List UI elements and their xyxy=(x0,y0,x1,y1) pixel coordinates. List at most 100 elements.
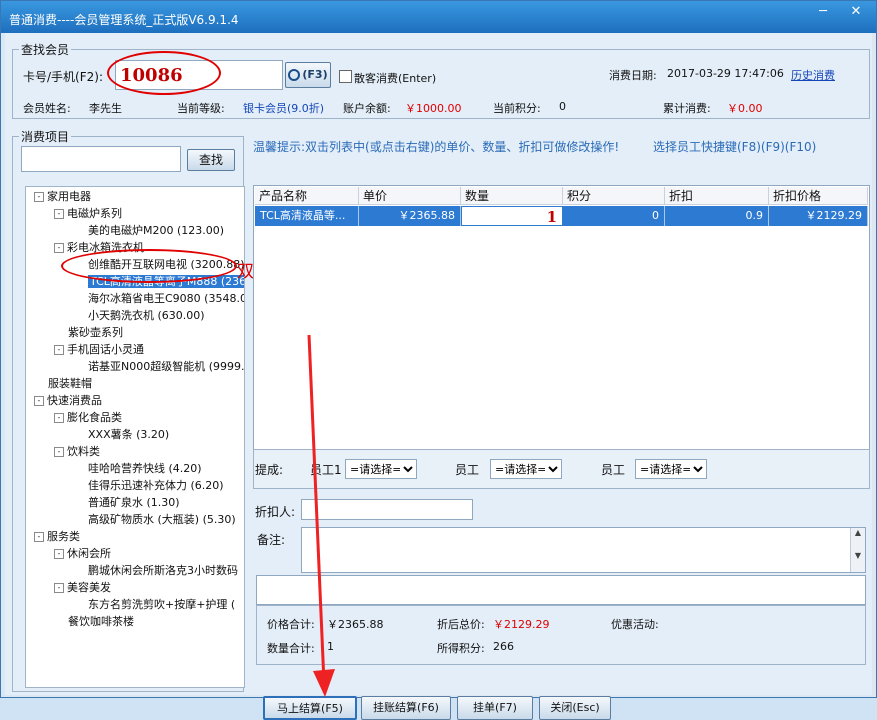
tree-node-label[interactable]: 膨化食品类 xyxy=(67,411,122,424)
tree-node-label[interactable]: 海尔冰箱省电王C9080 (3548.00) xyxy=(88,292,244,305)
guest-label: 散客消费(Enter) xyxy=(354,72,437,85)
staff2-select[interactable]: =请选择= xyxy=(490,459,562,479)
cell-discount-price[interactable]: ￥2129.29 xyxy=(769,206,868,226)
tree-collapse-icon[interactable]: - xyxy=(54,583,64,593)
tree-node[interactable]: 紫砂壶系列 xyxy=(54,325,123,341)
col-header-discount-price[interactable]: 折扣价格 xyxy=(769,187,868,205)
date-value: 2017-03-29 17:47:06 xyxy=(667,67,784,80)
summary-panel xyxy=(256,605,866,665)
member-search-button[interactable]: (F3) xyxy=(285,62,331,88)
tree-node[interactable]: 佳得乐迅速补充体力 (6.20) xyxy=(74,478,224,494)
tree-node[interactable]: 诺基亚N000超级智能机 (9999.00) xyxy=(74,359,244,375)
tree-node[interactable]: - 美容美发 xyxy=(54,580,111,596)
items-grid[interactable]: 产品名称 单价 数量 积分 折扣 折扣价格 TCL高清液晶等... ￥2365.… xyxy=(253,185,870,473)
tree-node-label[interactable]: 高级矿物质水 (大瓶装) (5.30) xyxy=(88,513,236,526)
tree-node-label[interactable]: XXX薯条 (3.20) xyxy=(88,428,169,441)
product-search-button[interactable]: 查找 xyxy=(187,149,235,171)
message-box xyxy=(256,575,866,605)
tree-collapse-icon[interactable]: - xyxy=(34,192,44,202)
tree-node-label[interactable]: 诺基亚N000超级智能机 (9999.00) xyxy=(88,360,244,373)
hold-button[interactable]: 挂单(F7) xyxy=(457,696,533,720)
tree-node-label[interactable]: 美的电磁炉M200 (123.00) xyxy=(88,224,224,237)
tree-node-label[interactable]: 餐饮咖啡茶楼 xyxy=(68,615,134,628)
tree-collapse-icon[interactable]: - xyxy=(54,345,64,355)
col-header-discount[interactable]: 折扣 xyxy=(665,187,769,205)
after-discount-label: 折后总价: xyxy=(437,618,485,631)
cell-price[interactable]: ￥2365.88 xyxy=(359,206,461,226)
col-header-points[interactable]: 积分 xyxy=(563,187,665,205)
tree-node[interactable]: - 家用电器 xyxy=(34,189,91,205)
staff1-select[interactable]: =请选择= xyxy=(345,459,417,479)
tree-node[interactable]: 餐饮咖啡茶楼 xyxy=(54,614,134,630)
tree-node-label[interactable]: 手机固话小灵通 xyxy=(67,343,144,356)
close-icon[interactable]: ✕ xyxy=(840,2,872,22)
scroll-up-icon[interactable]: ▲ xyxy=(851,528,865,537)
minimize-icon[interactable]: ─ xyxy=(810,2,836,22)
tree-node[interactable]: - 休闲会所 xyxy=(54,546,111,562)
card-highlight-circle xyxy=(107,51,221,95)
tree-node[interactable]: XXX薯条 (3.20) xyxy=(74,427,169,443)
level-label: 当前等级: xyxy=(177,102,225,115)
tree-node-label[interactable]: 快速消费品 xyxy=(47,394,102,407)
tree-node-label[interactable]: 休闲会所 xyxy=(67,547,111,560)
tree-node[interactable]: - 饮料类 xyxy=(54,444,100,460)
cell-points[interactable]: 0 xyxy=(563,206,665,226)
tree-node-label[interactable]: 服务类 xyxy=(47,530,80,543)
tree-collapse-icon[interactable]: - xyxy=(54,549,64,559)
guest-checkbox[interactable] xyxy=(339,70,352,83)
tree-node[interactable]: 鹏城休闲会所斯洛克3小时数码 xyxy=(74,563,238,579)
close-button[interactable]: 关闭(Esc) xyxy=(539,696,611,720)
history-link[interactable]: 历史消费 xyxy=(791,67,835,83)
product-highlight-circle xyxy=(61,249,237,283)
tree-node[interactable]: 哇哈哈营养快线 (4.20) xyxy=(74,461,202,477)
tree-collapse-icon[interactable]: - xyxy=(54,447,64,457)
tree-node[interactable]: 海尔冰箱省电王C9080 (3548.00) xyxy=(74,291,244,307)
tree-node[interactable]: - 服务类 xyxy=(34,529,80,545)
tree-node[interactable]: - 快速消费品 xyxy=(34,393,102,409)
staff3-select[interactable]: =请选择= xyxy=(635,459,707,479)
tree-node-label[interactable]: 电磁炉系列 xyxy=(67,207,122,220)
tree-node[interactable]: - 手机固话小灵通 xyxy=(54,342,144,358)
tree-node-label[interactable]: 服装鞋帽 xyxy=(48,377,92,390)
tree-node[interactable]: 高级矿物质水 (大瓶装) (5.30) xyxy=(74,512,236,528)
tree-collapse-icon[interactable]: - xyxy=(54,209,64,219)
scroll-down-icon[interactable]: ▼ xyxy=(851,551,865,560)
col-header-name[interactable]: 产品名称 xyxy=(255,187,359,205)
tree-node[interactable]: 东方名剪洗剪吹+按摩+护理 ( xyxy=(74,597,235,613)
tree-node[interactable]: 小天鹅洗衣机 (630.00) xyxy=(74,308,205,324)
commission-label: 提成: xyxy=(255,463,284,477)
cell-product-name[interactable]: TCL高清液晶等... xyxy=(255,206,359,226)
tree-collapse-icon[interactable]: - xyxy=(54,413,64,423)
tree-node-label[interactable]: 小天鹅洗衣机 (630.00) xyxy=(88,309,205,322)
title-bar[interactable]: 普通消费----会员管理系统_正式版V6.9.1.4 ─ ✕ xyxy=(1,1,876,33)
tree-node-label[interactable]: 鹏城休闲会所斯洛克3小时数码 xyxy=(88,564,238,577)
points-value: 0 xyxy=(559,100,566,113)
tree-node-label[interactable]: 美容美发 xyxy=(67,581,111,594)
tree-collapse-icon[interactable]: - xyxy=(34,532,44,542)
tree-node[interactable]: - 电磁炉系列 xyxy=(54,206,122,222)
col-header-qty[interactable]: 数量 xyxy=(461,187,563,205)
tree-node[interactable]: - 膨化食品类 xyxy=(54,410,122,426)
cell-qty[interactable]: 1 xyxy=(461,206,563,226)
col-header-price[interactable]: 单价 xyxy=(359,187,461,205)
member-search-legend: 查找会员 xyxy=(21,43,70,57)
remarks-scrollbar[interactable]: ▲ ▼ xyxy=(850,528,865,572)
tree-node[interactable]: 服装鞋帽 xyxy=(34,376,92,392)
credit-checkout-button[interactable]: 挂账结算(F6) xyxy=(361,696,451,720)
tree-collapse-icon[interactable]: - xyxy=(54,243,64,253)
product-search-input[interactable] xyxy=(21,146,181,172)
after-discount-value: ￥2129.29 xyxy=(493,618,550,631)
tree-node-label[interactable]: 饮料类 xyxy=(67,445,100,458)
tree-collapse-icon[interactable]: - xyxy=(34,396,44,406)
cell-discount[interactable]: 0.9 xyxy=(665,206,769,226)
tree-node-label[interactable]: 紫砂壶系列 xyxy=(68,326,123,339)
remarks-textarea[interactable]: ▲ ▼ xyxy=(301,527,866,573)
tree-node-label[interactable]: 佳得乐迅速补充体力 (6.20) xyxy=(88,479,224,492)
tree-node-label[interactable]: 家用电器 xyxy=(47,190,91,203)
tree-node-label[interactable]: 东方名剪洗剪吹+按摩+护理 ( xyxy=(88,598,235,611)
tree-node[interactable]: 普通矿泉水 (1.30) xyxy=(74,495,180,511)
tree-node-label[interactable]: 普通矿泉水 (1.30) xyxy=(88,496,180,509)
total-value: ￥0.00 xyxy=(727,102,763,115)
tree-node-label[interactable]: 哇哈哈营养快线 (4.20) xyxy=(88,462,202,475)
tree-node[interactable]: 美的电磁炉M200 (123.00) xyxy=(74,223,224,239)
